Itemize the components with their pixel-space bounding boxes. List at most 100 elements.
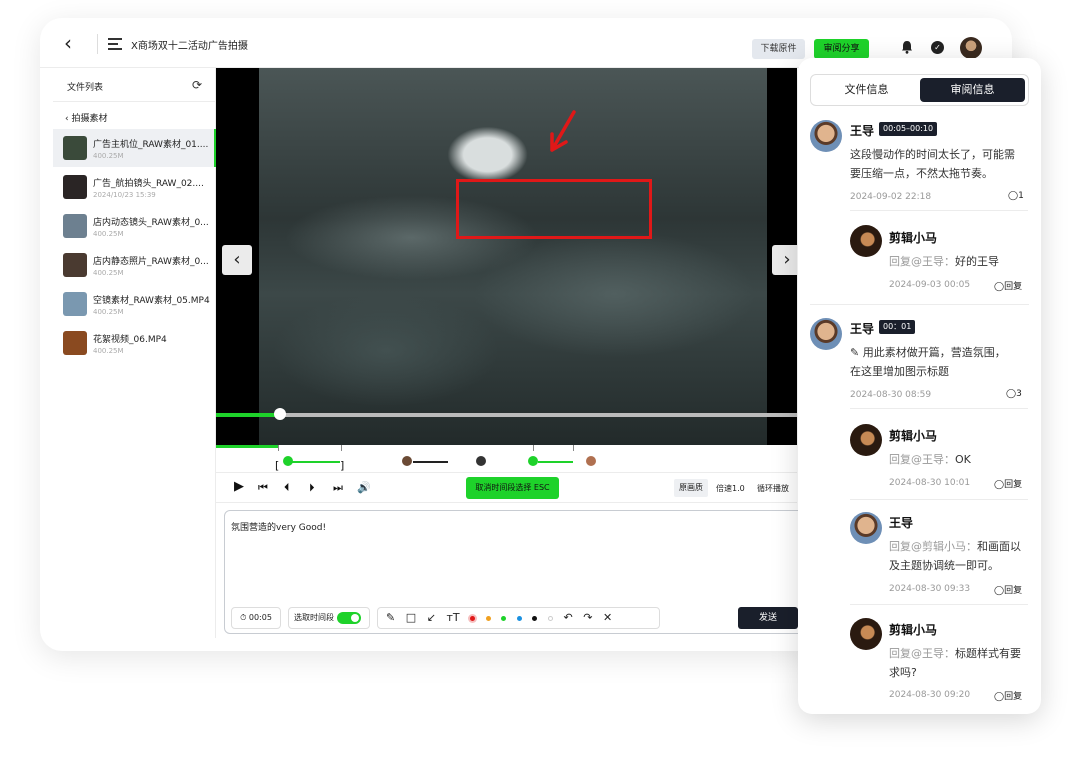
rectangle-icon[interactable]: □ xyxy=(406,608,416,628)
file-thumbnail xyxy=(63,214,87,238)
color-white-icon[interactable] xyxy=(547,608,553,628)
range-start-marker[interactable]: [ xyxy=(275,459,279,472)
reply-button[interactable]: ◯回复 xyxy=(994,477,1022,490)
file-item[interactable]: 店内动态镜头_RAW素材_0... 400.25M xyxy=(53,207,216,245)
divider xyxy=(850,604,1028,605)
reply-label: 回复 xyxy=(1004,586,1023,596)
timeline-tick xyxy=(533,445,534,451)
comment-body: ✎ 用此素材做开篇，营造氛围， xyxy=(850,343,1006,362)
annotation-rectangle xyxy=(456,179,652,239)
reply-mention: 回复@王导： xyxy=(889,647,955,660)
video-frame xyxy=(259,68,767,445)
tab-file-info[interactable]: 文件信息 xyxy=(814,78,919,102)
range-line xyxy=(538,461,573,463)
file-name: 店内静态照片_RAW素材_0... xyxy=(93,257,209,267)
comment-marker-avatar[interactable] xyxy=(476,456,486,466)
avatar xyxy=(850,618,882,650)
share-review-button[interactable]: 审阅分享 xyxy=(814,39,869,59)
divider xyxy=(97,34,98,54)
avatar xyxy=(850,512,882,544)
back-icon[interactable]: ‹ xyxy=(64,32,84,54)
reply-button[interactable]: ◯回复 xyxy=(994,583,1022,596)
range-toggle[interactable]: 选取时间段 xyxy=(288,607,370,629)
reply-button[interactable]: ◯回复 xyxy=(994,279,1022,292)
redo-icon[interactable]: ↷ xyxy=(583,608,592,628)
download-button[interactable]: 下载原件 xyxy=(752,39,805,59)
file-item[interactable]: 广告主机位_RAW素材_01.... 400.25M xyxy=(53,129,216,167)
file-item[interactable]: 店内静态照片_RAW素材_0... 400.25M xyxy=(53,246,216,284)
play-icon[interactable]: ▶ xyxy=(234,479,244,494)
range-line xyxy=(413,461,448,463)
comment-author: 剪辑小马 xyxy=(889,623,938,637)
timestamp-chip[interactable]: ⏱ 00:05 xyxy=(231,607,281,629)
file-item[interactable]: 广告_航拍镜头_RAW_02.... 2024/10/23 15:39 xyxy=(53,168,216,206)
file-name: 花絮视频_06.MP4 xyxy=(93,335,167,345)
bell-icon[interactable] xyxy=(900,40,914,54)
file-thumbnail xyxy=(63,331,87,355)
tab-review-info[interactable]: 审阅信息 xyxy=(920,78,1025,102)
video-player[interactable]: ‹ › xyxy=(216,68,802,445)
drawing-toolbar: ✎ □ ↙ тT ↶ ↷ ✕ xyxy=(377,607,660,629)
avatar[interactable] xyxy=(960,37,982,59)
comment-author: 王导 xyxy=(889,516,914,530)
file-meta: 400.25M xyxy=(93,230,124,238)
close-icon[interactable]: ✕ xyxy=(603,608,612,628)
comment-marker-avatar[interactable] xyxy=(528,456,538,466)
progress-fill xyxy=(216,413,280,417)
range-dot[interactable] xyxy=(283,456,293,466)
reply-button[interactable]: ◯回复 xyxy=(994,689,1022,702)
annotation-icon: ✎ xyxy=(850,346,863,359)
progress-handle[interactable] xyxy=(273,408,286,420)
range-label: 选取时间段 xyxy=(294,613,334,622)
comment-icon: ◯ xyxy=(994,586,1005,596)
quality-selector[interactable]: 原画质 xyxy=(674,479,708,497)
breadcrumb[interactable]: ‹ 拍摄素材 xyxy=(65,111,107,124)
refresh-icon[interactable]: ⟳ xyxy=(192,78,202,92)
timecode-badge[interactable]: 00:05–00:10 xyxy=(879,122,938,136)
skip-back-icon[interactable]: ⏮ xyxy=(258,481,268,495)
reply-count[interactable]: ◯3 xyxy=(1006,389,1022,399)
chevron-left-icon[interactable]: ‹ xyxy=(222,245,252,275)
file-item[interactable]: 花絮视频_06.MP4 400.25M xyxy=(53,324,216,362)
file-thumbnail xyxy=(63,253,87,277)
range-end-marker[interactable]: ] xyxy=(340,459,344,472)
progress-bar[interactable] xyxy=(216,408,797,420)
frame-back-icon[interactable]: ⏴ xyxy=(284,481,290,495)
pen-icon[interactable]: ✎ xyxy=(386,608,395,628)
comment-marker-avatar[interactable] xyxy=(586,456,596,466)
range-switch[interactable] xyxy=(337,611,361,624)
arrow-icon[interactable]: ↙ xyxy=(427,608,436,628)
reply-text: 标题样式有要 xyxy=(955,647,1021,660)
comment-time: 2024-08-30 08:59 xyxy=(850,390,932,400)
send-button[interactable]: 发送 xyxy=(738,607,798,629)
frame-forward-icon[interactable]: ⏵ xyxy=(309,481,315,495)
loop-toggle[interactable]: 循环播放 xyxy=(757,483,789,494)
reply-text: 和画面以 xyxy=(977,540,1021,553)
breadcrumb-label: 拍摄素材 xyxy=(71,114,108,124)
skip-forward-icon[interactable]: ⏭ xyxy=(333,481,343,495)
reply-mention: 回复@王导： xyxy=(889,453,955,466)
file-item[interactable]: 空镜素材_RAW素材_05.MP4 400.25M xyxy=(53,285,216,323)
cancel-range-button[interactable]: 取消时间段选择 ESC xyxy=(466,477,559,499)
speed-selector[interactable]: 倍速1.0 xyxy=(716,483,745,494)
comment-input[interactable]: 氛围营造的very Good! xyxy=(231,520,326,533)
avatar xyxy=(850,424,882,456)
reply-count[interactable]: ◯1 xyxy=(1008,191,1024,201)
reply-count-value: 3 xyxy=(1016,389,1022,399)
color-red-icon[interactable] xyxy=(470,608,476,628)
reply-label: 回复 xyxy=(1004,480,1023,490)
comment-body: 要压缩一点，不然太拖节奏。 xyxy=(850,167,993,180)
timecode-badge[interactable]: 00：01 xyxy=(879,320,916,334)
check-icon[interactable]: ✓ xyxy=(931,41,944,54)
text-icon[interactable]: тT xyxy=(446,608,459,628)
comment-composer[interactable]: 氛围营造的very Good! ⏱ 00:05 选取时间段 ✎ □ ↙ тT ↶… xyxy=(224,510,804,634)
comment-time: 2024-09-03 00:05 xyxy=(889,280,971,290)
color-green-icon[interactable] xyxy=(501,608,507,628)
color-black-icon[interactable] xyxy=(532,608,538,628)
comment-marker-avatar[interactable] xyxy=(402,456,412,466)
color-blue-icon[interactable] xyxy=(516,608,522,628)
undo-icon[interactable]: ↶ xyxy=(563,608,572,628)
color-orange-icon[interactable] xyxy=(485,608,491,628)
volume-icon[interactable]: 🔊 xyxy=(357,481,371,494)
comment-timeline[interactable]: [ ] xyxy=(216,445,797,473)
